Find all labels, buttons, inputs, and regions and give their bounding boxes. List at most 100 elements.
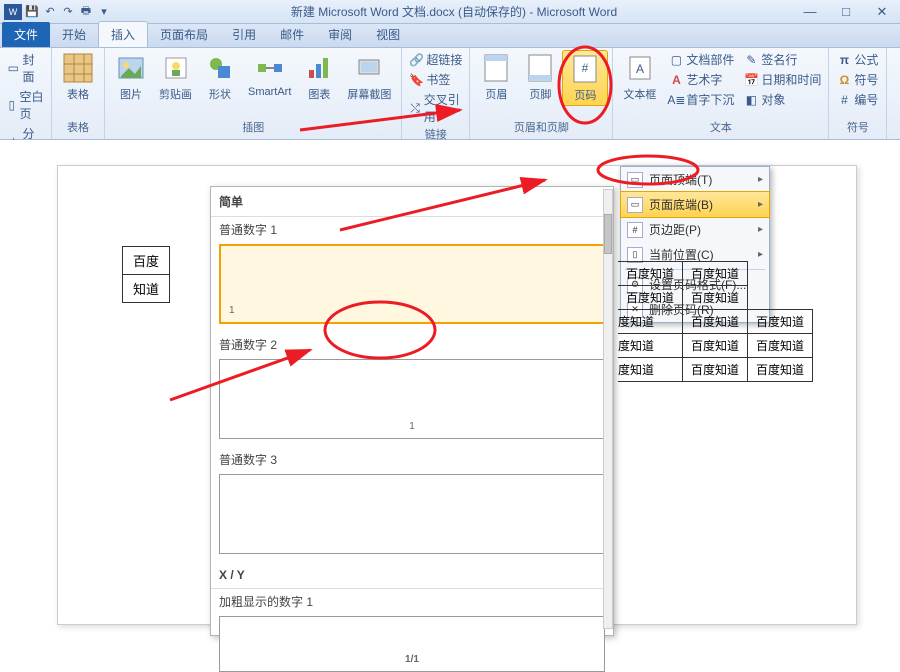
page-num-preview: 1 [229, 305, 235, 316]
save-icon[interactable]: 💾 [24, 4, 40, 20]
tab-mailings[interactable]: 邮件 [268, 22, 316, 47]
table-cell[interactable]: 百度知道 [748, 358, 813, 382]
table-cell[interactable]: 知道 [123, 275, 170, 303]
link-icon: 🔗 [409, 53, 423, 67]
table-cell[interactable]: 度知道 [618, 334, 683, 358]
table-cell[interactable]: 度知道 [618, 358, 683, 382]
document-page: 百度 知道 简单 普通数字 1 1 普通数字 2 1 普通数字 3 X / Y … [57, 165, 857, 625]
menu-top-of-page[interactable]: ▭页面顶端(T)▸ [621, 167, 769, 192]
gallery-item[interactable] [219, 474, 605, 554]
blank-page-button[interactable]: ▯空白页 [4, 87, 47, 123]
tab-home[interactable]: 开始 [50, 22, 98, 47]
formula-button[interactable]: π公式 [834, 50, 881, 69]
number-button[interactable]: #编号 [834, 90, 881, 109]
window-title: 新建 Microsoft Word 文档.docx (自动保存的) - Micr… [112, 3, 796, 20]
bookmark-button[interactable]: 🔖书签 [406, 70, 465, 89]
scrollbar[interactable] [603, 189, 613, 629]
picture-button[interactable]: 图片 [109, 50, 153, 104]
document-table[interactable]: 百度知道百度知道 百度知道百度知道 度知道百度知道百度知道 度知道百度知道百度知… [618, 261, 813, 382]
redo-icon[interactable]: ↷ [60, 4, 76, 20]
table-cell[interactable]: 百度知道 [748, 310, 813, 334]
dropcap-icon: A≣ [669, 93, 683, 107]
table-cell[interactable]: 百度知道 [683, 286, 748, 310]
maximize-button[interactable]: □ [832, 3, 860, 21]
chevron-right-icon: ▸ [758, 249, 763, 260]
group-label: 表格 [67, 119, 89, 137]
quick-access-toolbar: W 💾 ↶ ↷ 🖶 ▾ [4, 4, 112, 20]
tab-insert[interactable]: 插入 [98, 21, 148, 47]
datetime-button[interactable]: 📅日期和时间 [741, 70, 824, 89]
textbox-icon: A [624, 52, 656, 84]
group-illustrations: 图片 剪贴画 形状 SmartArt 图表 屏幕截图 插图 [105, 48, 402, 139]
table-cell[interactable]: 百度 [123, 247, 170, 275]
pi-icon: π [837, 53, 851, 67]
object-button[interactable]: ◧对象 [741, 90, 824, 109]
omega-icon: Ω [837, 73, 851, 87]
tab-layout[interactable]: 页面布局 [148, 22, 220, 47]
menu-bottom-of-page[interactable]: ▭页面底端(B)▸ [620, 191, 770, 218]
scrollbar-thumb[interactable] [604, 214, 612, 254]
table-cell[interactable]: 百度知道 [618, 286, 683, 310]
minimize-button[interactable]: — [796, 3, 824, 21]
textbox-button[interactable]: A文本框 [617, 50, 662, 109]
cover-page-button[interactable]: ▭封面 [4, 50, 47, 86]
tab-review[interactable]: 审阅 [316, 22, 364, 47]
table-cell[interactable]: 百度知道 [618, 262, 683, 286]
svg-text:A: A [636, 62, 644, 76]
parts-button[interactable]: ▢文档部件 [666, 50, 737, 69]
table-cell[interactable]: 度知道 [618, 310, 683, 334]
page-icon: ▯ [7, 98, 17, 112]
signature-button[interactable]: ✎签名行 [741, 50, 824, 69]
date-icon: 📅 [744, 73, 758, 87]
num-icon: # [837, 93, 851, 107]
side-table: 百度 知道 [122, 246, 170, 303]
sig-icon: ✎ [744, 53, 758, 67]
document-area: 百度 知道 简单 普通数字 1 1 普通数字 2 1 普通数字 3 X / Y … [0, 140, 900, 600]
ribbon: ▭封面 ▯空白页 ⤓分页 页 表格 表格 图片 剪贴画 形状 SmartArt … [0, 48, 900, 140]
chevron-right-icon: ▸ [758, 174, 763, 185]
dropcap-button[interactable]: A≣首字下沉 [666, 90, 737, 109]
undo-icon[interactable]: ↶ [42, 4, 58, 20]
group-symbols: π公式 Ω符号 #编号 符号 [829, 48, 887, 139]
shapes-button[interactable]: 形状 [198, 50, 242, 104]
header-button[interactable]: 页眉 [474, 50, 518, 106]
close-button[interactable]: ✕ [868, 3, 896, 21]
table-cell[interactable]: 百度知道 [683, 262, 748, 286]
svg-text:#: # [582, 61, 589, 75]
table-button[interactable]: 表格 [56, 50, 100, 104]
clipart-button[interactable]: 剪贴画 [153, 50, 198, 104]
chart-button[interactable]: 图表 [297, 50, 341, 104]
wordart-button[interactable]: A艺术字 [666, 70, 737, 89]
page-number-button[interactable]: #页码 [562, 50, 608, 106]
table-cell[interactable]: 百度知道 [748, 334, 813, 358]
gallery-section-label: 普通数字 2 [211, 332, 613, 357]
page-bottom-icon: ▭ [627, 197, 643, 213]
table-cell[interactable]: 百度知道 [683, 334, 748, 358]
gallery-item[interactable]: 1 [219, 359, 605, 439]
table-cell[interactable]: 百度知道 [683, 358, 748, 382]
print-icon[interactable]: 🖶 [78, 4, 94, 20]
tab-references[interactable]: 引用 [220, 22, 268, 47]
symbol-button[interactable]: Ω符号 [834, 70, 881, 89]
tab-view[interactable]: 视图 [364, 22, 412, 47]
tab-file[interactable]: 文件 [2, 22, 50, 47]
page-number-gallery: 简单 普通数字 1 1 普通数字 2 1 普通数字 3 X / Y 加粗显示的数… [210, 186, 614, 636]
pagenum-icon: # [569, 53, 601, 85]
hyperlink-button[interactable]: 🔗超链接 [406, 50, 465, 69]
group-label: 文本 [710, 119, 732, 137]
gallery-section-label: 加粗显示的数字 1 [211, 589, 613, 614]
group-label: 插图 [242, 119, 264, 137]
footer-button[interactable]: 页脚 [518, 50, 562, 106]
gallery-header: X / Y [211, 562, 613, 589]
dropdown-icon[interactable]: ▾ [96, 4, 112, 20]
screenshot-button[interactable]: 屏幕截图 [341, 50, 397, 104]
crossref-button[interactable]: ⤭交叉引用 [406, 90, 465, 126]
gallery-item[interactable]: 1/1 [219, 616, 605, 672]
footer-icon [524, 52, 556, 84]
gallery-item[interactable]: 1 [219, 244, 605, 324]
smartart-button[interactable]: SmartArt [242, 50, 297, 104]
group-text: A文本框 ▢文档部件 A艺术字 A≣首字下沉 ✎签名行 📅日期和时间 ◧对象 文… [613, 48, 829, 139]
table-cell[interactable]: 百度知道 [683, 310, 748, 334]
table-icon [62, 52, 94, 84]
menu-page-margins[interactable]: #页边距(P)▸ [621, 217, 769, 242]
